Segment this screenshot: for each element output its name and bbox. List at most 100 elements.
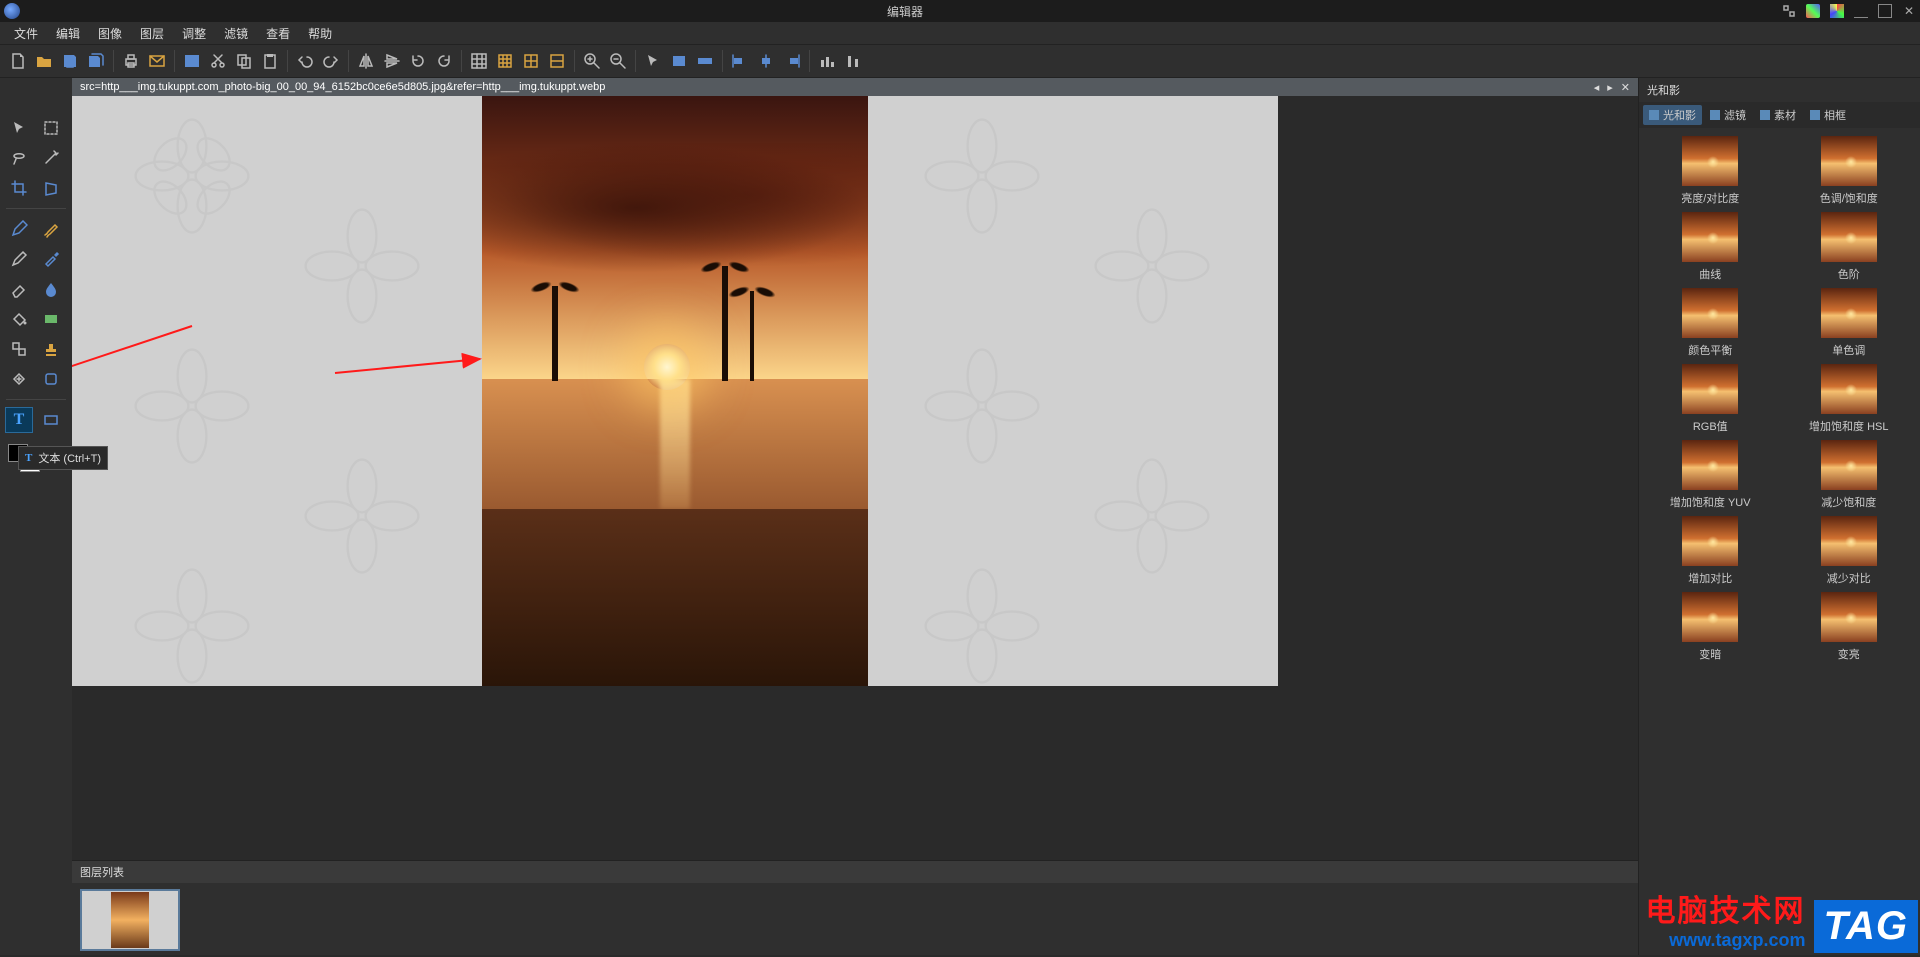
tool-stamp[interactable] [38, 337, 64, 361]
redo-button[interactable] [319, 49, 343, 73]
effect-decrease-contrast[interactable]: 减少对比 [1782, 516, 1917, 586]
effect-rgb[interactable]: RGB值 [1643, 364, 1778, 434]
tab-frame[interactable]: 相框 [1804, 105, 1852, 125]
save-button[interactable] [58, 49, 82, 73]
tool-blur[interactable] [38, 277, 64, 301]
tool-brush[interactable] [38, 217, 64, 241]
menu-view[interactable]: 查看 [258, 23, 298, 44]
copy-button[interactable] [232, 49, 256, 73]
tool-marquee[interactable] [38, 116, 64, 140]
grid-add-button[interactable] [519, 49, 543, 73]
tooltip-text: 文本 (Ctrl+T) [38, 450, 101, 466]
menu-file[interactable]: 文件 [6, 23, 46, 44]
save-all-button[interactable] [84, 49, 108, 73]
text-icon: T [25, 452, 32, 464]
menu-edit[interactable]: 编辑 [48, 23, 88, 44]
tool-lasso[interactable] [6, 146, 32, 170]
effect-lighten[interactable]: 变亮 [1782, 592, 1917, 662]
canvas-area[interactable] [72, 96, 1638, 860]
tool-text[interactable]: T [6, 408, 32, 432]
grid-icon[interactable] [1830, 4, 1844, 18]
image-content [482, 96, 868, 686]
tool-eraser[interactable] [6, 277, 32, 301]
effect-brightness-contrast[interactable]: 亮度/对比度 [1643, 136, 1778, 206]
effect-color-balance[interactable]: 颜色平衡 [1643, 288, 1778, 358]
undo-button[interactable] [293, 49, 317, 73]
tool-wand[interactable] [38, 146, 64, 170]
menu-filter[interactable]: 滤镜 [216, 23, 256, 44]
tool-pen[interactable] [6, 217, 32, 241]
effect-curves[interactable]: 曲线 [1643, 212, 1778, 282]
align-right-button[interactable] [780, 49, 804, 73]
chart-bar-button[interactable] [815, 49, 839, 73]
tool-clone[interactable] [6, 337, 32, 361]
tool-gradient[interactable] [38, 307, 64, 331]
menu-image[interactable]: 图像 [90, 23, 130, 44]
effect-increase-sat-yuv[interactable]: 增加饱和度 YUV [1643, 440, 1778, 510]
grid-button[interactable] [467, 49, 491, 73]
flip-vertical-button[interactable] [380, 49, 404, 73]
window-controls: ✕ [1782, 4, 1916, 18]
grid-remove-button[interactable] [545, 49, 569, 73]
tab-next-icon[interactable]: ▸ [1607, 81, 1613, 94]
document-tab[interactable]: src=http___img.tukuppt.com_photo-big_00_… [80, 81, 605, 93]
align-center-button[interactable] [754, 49, 778, 73]
tool-perspective-crop[interactable] [38, 176, 64, 200]
tab-filter[interactable]: 滤镜 [1704, 105, 1752, 125]
close-button[interactable]: ✕ [1902, 4, 1916, 18]
effect-increase-sat-hsl[interactable]: 增加饱和度 HSL [1782, 364, 1917, 434]
effect-hue-saturation[interactable]: 色调/饱和度 [1782, 136, 1917, 206]
layer-thumbnail[interactable] [80, 889, 180, 951]
flip-horizontal-button[interactable] [354, 49, 378, 73]
tool-heal[interactable] [6, 367, 32, 391]
effect-decrease-sat[interactable]: 减少饱和度 [1782, 440, 1917, 510]
effect-levels[interactable]: 色阶 [1782, 212, 1917, 282]
open-folder-button[interactable] [32, 49, 56, 73]
print-button[interactable] [119, 49, 143, 73]
paste-button[interactable] [258, 49, 282, 73]
tool-move[interactable] [6, 116, 32, 140]
fullscreen-icon[interactable] [1782, 4, 1796, 18]
select-wide-button[interactable] [693, 49, 717, 73]
watermark-line1: 电脑技术网 [1646, 886, 1806, 930]
tool-crop[interactable] [6, 176, 32, 200]
effect-darken[interactable]: 变暗 [1643, 592, 1778, 662]
tool-eyedropper[interactable] [38, 247, 64, 271]
canvas[interactable] [72, 96, 1278, 686]
email-button[interactable] [145, 49, 169, 73]
tool-patch[interactable] [38, 367, 64, 391]
effect-increase-contrast[interactable]: 增加对比 [1643, 516, 1778, 586]
image-button[interactable] [180, 49, 204, 73]
layers-panel: 图层列表 [72, 860, 1638, 955]
tool-shape[interactable] [38, 408, 64, 432]
tab-close-icon[interactable]: ✕ [1621, 81, 1630, 94]
main-toolbar [0, 44, 1920, 78]
window-title: 编辑器 [28, 3, 1782, 20]
maximize-button[interactable] [1878, 4, 1892, 18]
pointer-button[interactable] [641, 49, 665, 73]
rotate-left-button[interactable] [406, 49, 430, 73]
effect-monotone[interactable]: 单色调 [1782, 288, 1917, 358]
select-rect-button[interactable] [667, 49, 691, 73]
grid-dense-button[interactable] [493, 49, 517, 73]
watermark-tag: TAG [1814, 900, 1918, 953]
menu-adjust[interactable]: 调整 [174, 23, 214, 44]
zoom-out-button[interactable] [606, 49, 630, 73]
new-file-button[interactable] [6, 49, 30, 73]
cut-button[interactable] [206, 49, 230, 73]
effects-tabs: 光和影 滤镜 素材 相框 [1639, 102, 1920, 128]
minimize-button[interactable] [1854, 4, 1868, 18]
menu-layer[interactable]: 图层 [132, 23, 172, 44]
watermark-line2: www.tagxp.com [1646, 930, 1806, 951]
zoom-in-button[interactable] [580, 49, 604, 73]
tool-pencil[interactable] [6, 247, 32, 271]
chart-col-button[interactable] [841, 49, 865, 73]
tool-bucket[interactable] [6, 307, 32, 331]
menu-help[interactable]: 帮助 [300, 23, 340, 44]
tab-prev-icon[interactable]: ◂ [1594, 81, 1600, 94]
tab-light-shadow[interactable]: 光和影 [1643, 105, 1702, 125]
palette-icon[interactable] [1806, 4, 1820, 18]
align-left-button[interactable] [728, 49, 752, 73]
tab-material[interactable]: 素材 [1754, 105, 1802, 125]
rotate-right-button[interactable] [432, 49, 456, 73]
